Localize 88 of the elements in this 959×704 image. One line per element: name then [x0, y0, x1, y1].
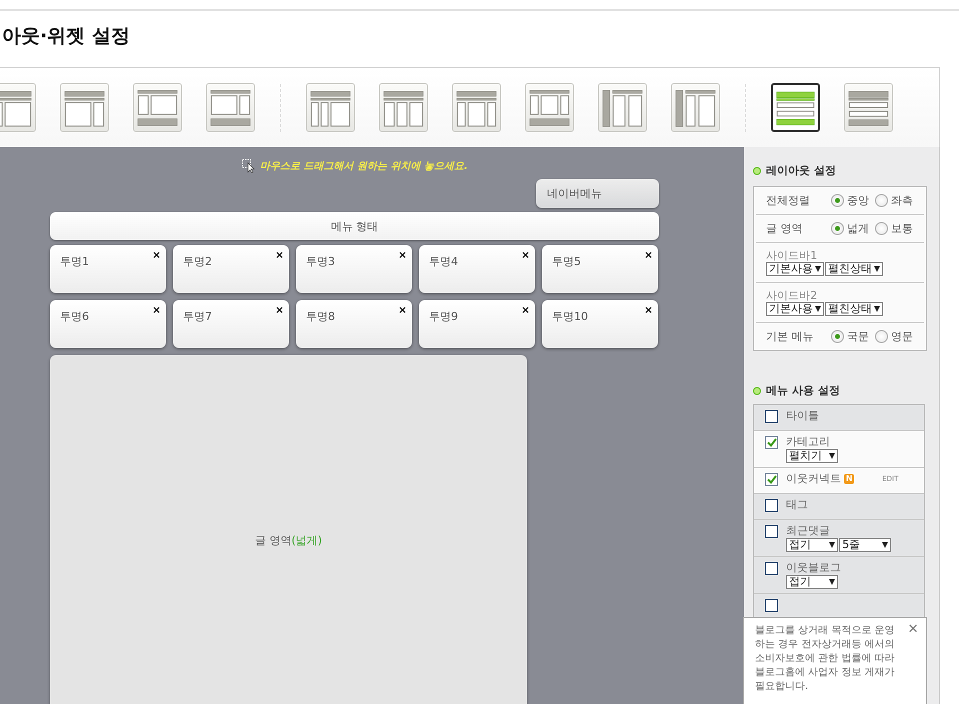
widget-label: 투명1: [60, 255, 89, 268]
checkbox[interactable]: [765, 473, 778, 486]
dropdown[interactable]: 접기: [786, 575, 838, 589]
menu-item-label: 이웃커넥트: [786, 472, 842, 486]
widget-block[interactable]: 투명8 ×: [296, 300, 412, 348]
widget-label: 투명7: [183, 310, 212, 323]
remove-button[interactable]: ×: [152, 304, 160, 316]
layout-template-button[interactable]: [771, 83, 820, 132]
setting-label: 글 영역: [766, 221, 804, 236]
dropdown[interactable]: 기본사용: [766, 302, 824, 316]
dropdown[interactable]: 펼친상태: [825, 262, 884, 276]
remove-button[interactable]: ×: [152, 249, 160, 261]
page-title: 아웃·위젯 설정: [1, 24, 130, 49]
widget-label: 투명9: [429, 310, 458, 323]
cursor-icon: [242, 159, 256, 173]
close-button[interactable]: ×: [908, 620, 918, 638]
radio-label: 국문: [847, 329, 870, 344]
radio-label: 넓게: [847, 221, 870, 236]
remove-button[interactable]: ×: [522, 304, 529, 316]
widget-block[interactable]: 투명2 ×: [173, 245, 289, 293]
remove-button[interactable]: ×: [644, 249, 652, 261]
dropdown[interactable]: 펼친상태: [825, 302, 884, 316]
radio-label: 중앙: [847, 193, 870, 208]
remove-button[interactable]: ×: [276, 304, 283, 316]
widget-block[interactable]: 투명3 ×: [296, 245, 412, 293]
remove-button[interactable]: ×: [398, 304, 406, 316]
widget-block[interactable]: 투명10 ×: [542, 300, 658, 348]
radio-button[interactable]: [831, 222, 844, 235]
checkbox[interactable]: [765, 499, 778, 512]
menu-item-label: 카테고리: [786, 435, 830, 449]
notice-text: 블로그를 상거래 목적으로 운영하는 경우 전자상거래등 에서의 소비자보호에 관한 법률에 따라 블로그홈에 사업자 정보 게재가 필요합니다.: [755, 625, 895, 692]
content-area-block[interactable]: 글 영역(넓게): [50, 355, 527, 704]
remove-button[interactable]: ×: [276, 249, 283, 261]
widget-label: 투명6: [60, 310, 89, 323]
radio-label: 좌측: [891, 193, 914, 208]
setting-label: 사이드바2: [766, 289, 818, 302]
widget-label: 투명10: [552, 310, 588, 323]
widget-label: 투명4: [429, 255, 458, 268]
caret-icon: [874, 266, 880, 272]
caret-icon: [829, 579, 836, 585]
remove-button[interactable]: ×: [522, 249, 529, 261]
widget-block[interactable]: 투명5 ×: [542, 245, 658, 293]
content-area-label: 글 영역(넓게): [254, 532, 322, 548]
dropdown[interactable]: 펼치기: [786, 449, 838, 463]
widget-block[interactable]: 투명7 ×: [173, 300, 289, 348]
widget-block[interactable]: 투명1 ×: [50, 245, 166, 293]
menu-item-label: 최근댓글: [786, 524, 830, 538]
radio-button[interactable]: [875, 222, 888, 235]
menu-item-label: 타이틀: [786, 409, 820, 423]
radio-button[interactable]: [875, 330, 888, 343]
radio-button[interactable]: [875, 194, 888, 207]
radio-button[interactable]: [831, 330, 844, 343]
caret-icon: [874, 306, 880, 312]
checkbox[interactable]: [765, 410, 778, 423]
status-dot-icon: [753, 386, 762, 394]
remove-button[interactable]: ×: [398, 249, 406, 261]
menu-item-label: 이웃블로그: [786, 561, 842, 575]
radio-button[interactable]: [831, 194, 844, 207]
checkbox[interactable]: [765, 562, 778, 575]
widget-label: 투명2: [183, 255, 212, 268]
setting-label: 기본 메뉴: [766, 329, 815, 344]
widget-label: 투명5: [552, 255, 581, 268]
widget-block[interactable]: 투명4 ×: [419, 245, 535, 293]
widget-label: 투명3: [306, 255, 335, 268]
checkbox[interactable]: [765, 436, 778, 449]
widget-block[interactable]: 투명6 ×: [50, 300, 166, 348]
dropdown[interactable]: 기본사용: [766, 262, 824, 276]
dropdown[interactable]: 접기: [786, 538, 838, 552]
radio-label: 영문: [891, 329, 914, 344]
drag-hint: 마우스로 드래그해서 원하는 위치에 놓으세요.: [260, 160, 468, 173]
dropdown[interactable]: 5줄: [839, 538, 892, 552]
caret-icon: [829, 453, 836, 459]
section-title: 메뉴 사용 설정: [766, 383, 840, 398]
checkbox[interactable]: [765, 599, 778, 612]
remove-button[interactable]: ×: [644, 304, 652, 316]
naver-menu-block[interactable]: 네이버메뉴: [536, 179, 659, 208]
setting-label: 전체정렬: [766, 193, 812, 208]
setting-label: 사이드바1: [766, 249, 818, 262]
new-badge: N: [844, 474, 854, 484]
caret-icon: [882, 542, 888, 548]
status-dot-icon: [753, 166, 762, 174]
section-title: 레이아웃 설정: [766, 163, 836, 178]
checkbox[interactable]: [765, 525, 778, 538]
menu-bar-block[interactable]: 메뉴 형태: [50, 212, 659, 240]
widget-block[interactable]: 투명9 ×: [419, 300, 535, 348]
radio-label: 보통: [891, 221, 914, 236]
menu-item-label: 태그: [786, 498, 808, 512]
widget-label: 투명8: [306, 310, 335, 323]
